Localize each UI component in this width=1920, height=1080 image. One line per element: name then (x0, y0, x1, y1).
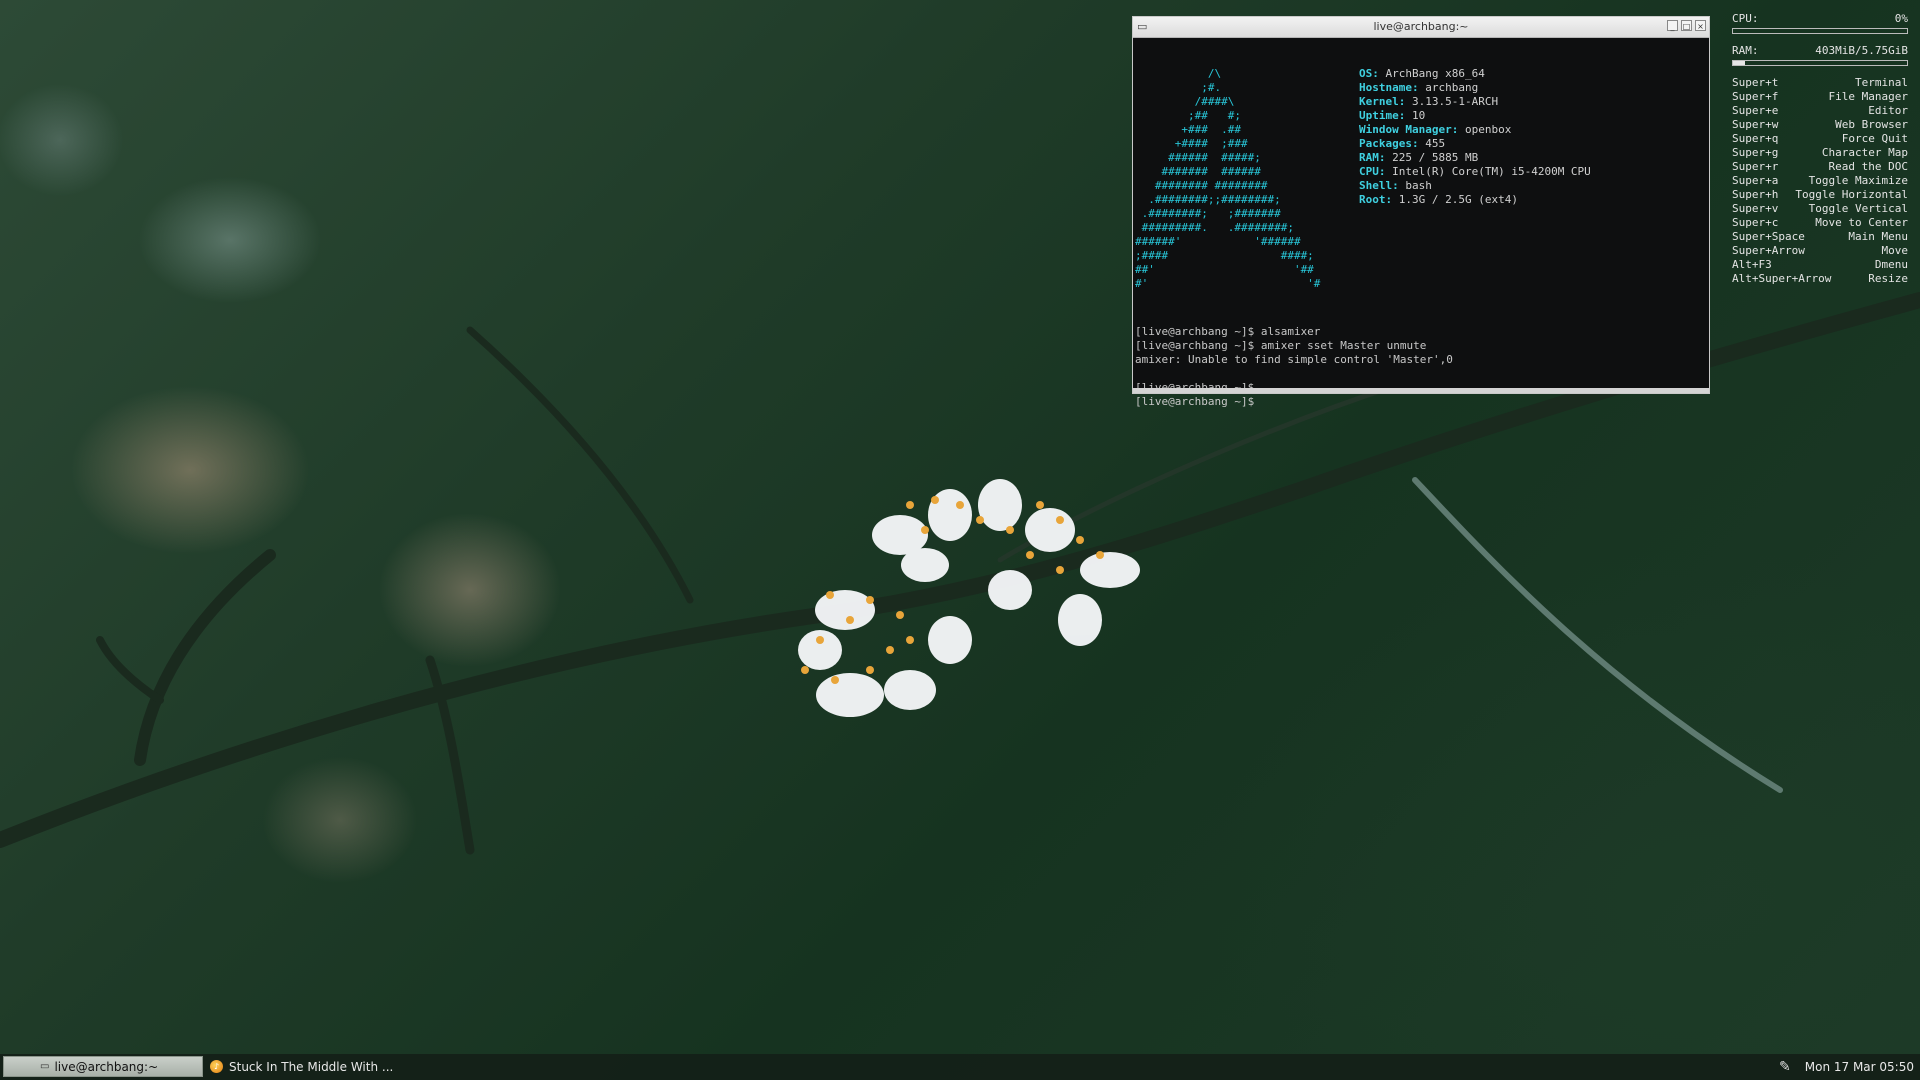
ram-usage-fill (1733, 61, 1746, 65)
shortcut-row: Super+c Move to Center (1732, 216, 1908, 229)
shortcut-row: Super+f File Manager (1732, 90, 1908, 103)
ram-meter-label: RAM: 403MiB/5.75GiB (1732, 44, 1908, 57)
shortcut-row: Super+Space Main Menu (1732, 230, 1908, 243)
terminal-output[interactable]: /\ ;#. /####\ ;## #; +### .## +#### ;###… (1135, 39, 1707, 408)
cpu-usage-bar (1732, 28, 1908, 34)
terminal-line: [live@archbang ~]$ alsamixer (1135, 325, 1321, 338)
sysinfo-row-ram: RAM: 225 / 5885 MB (1359, 151, 1479, 164)
sysinfo-row-root: Root: 1.3G / 2.5G (ext4) (1359, 193, 1518, 206)
close-button[interactable]: × (1695, 20, 1706, 31)
terminal-prompt[interactable]: [live@archbang ~]$ (1135, 395, 1453, 409)
terminal-icon: ▭ (40, 1061, 50, 1072)
taskbar-item-label: Stuck In The Middle With ... (229, 1059, 394, 1074)
sysinfo-row-packages: Packages: 455 (1359, 137, 1446, 150)
shortcut-row: Super+t Terminal (1732, 76, 1908, 89)
minimize-button[interactable]: _ (1667, 20, 1678, 31)
terminal-titlebar[interactable]: ▭ live@archbang:~ _ □ × (1133, 17, 1709, 38)
command-history: [live@archbang ~]$ alsamixer [live@archb… (1135, 325, 1453, 409)
keyboard-shortcuts: Super+t Terminal Super+f File Manager Supe… (1732, 76, 1908, 286)
shortcut-row: Alt+Super+Arrow Resize (1732, 272, 1908, 285)
shortcut-row: Super+a Toggle Maximize (1732, 174, 1908, 187)
taskbar-item-terminal[interactable]: ▭ live@archbang:~ (3, 1056, 203, 1077)
sysinfo-row-hostname: Hostname: archbang (1359, 81, 1479, 94)
cpu-usage-value: 0% (1894, 12, 1908, 25)
cpu-meter-label: CPU: 0% (1732, 12, 1908, 25)
sysinfo-row-cpu: CPU: Intel(R) Core(TM) i5-4200M CPU (1359, 165, 1591, 178)
terminal-line: [live@archbang ~]$ amixer sset Master un… (1135, 339, 1427, 352)
sysinfo-row-os: OS: ArchBang x86_64 (1359, 67, 1485, 80)
arch-logo-ascii: /\ ;#. /####\ ;## #; +### .## +#### ;###… (1135, 67, 1321, 290)
shortcut-row: Super+v Toggle Vertical (1732, 202, 1908, 215)
clock[interactable]: Mon 17 Mar 05:50 (1805, 1060, 1914, 1074)
shortcut-row: Super+q Force Quit (1732, 132, 1908, 145)
pen-icon[interactable]: ✎ (1779, 1059, 1791, 1075)
system-tray: ✎ Mon 17 Mar 05:50 (1779, 1054, 1914, 1080)
conky-panel: CPU: 0% RAM: 403MiB/5.75GiB Super+t Termi… (1732, 12, 1908, 286)
shortcut-row: Super+r Read the DOC (1732, 160, 1908, 173)
maximize-button[interactable]: □ (1681, 20, 1692, 31)
sysinfo-row-shell: Shell: bash (1359, 179, 1432, 192)
ram-usage-bar (1732, 60, 1908, 66)
sysinfo-row-kernel: Kernel: 3.13.5-1-ARCH (1359, 95, 1499, 108)
music-player-icon: ♪ (210, 1060, 223, 1073)
taskbar-item-label: live@archbang:~ (54, 1059, 159, 1074)
shortcut-row: Alt+F3 Dmenu (1732, 258, 1908, 271)
window-title: live@archbang:~ (1373, 20, 1469, 33)
terminal-line: amixer: Unable to find simple control 'M… (1135, 353, 1453, 366)
shortcut-row: Super+Arrow Move (1732, 244, 1908, 257)
flower-cluster (798, 479, 1140, 717)
shortcut-row: Super+w Web Browser (1732, 118, 1908, 131)
taskbar: ▭ live@archbang:~ ♪ Stuck In The Middle … (0, 1054, 1920, 1080)
ram-usage-value: 403MiB/5.75GiB (1815, 44, 1908, 57)
taskbar-item-music[interactable]: ♪ Stuck In The Middle With ... (208, 1056, 430, 1077)
sysinfo-row-uptime: Uptime: 10 (1359, 109, 1426, 122)
shortcut-row: Super+h Toggle Horizontal (1732, 188, 1908, 201)
shortcut-row: Super+e Editor (1732, 104, 1908, 117)
shortcut-row: Super+g Character Map (1732, 146, 1908, 159)
system-info: OS: ArchBang x86_64 Hostname: archbang K… (1359, 67, 1591, 207)
sysinfo-row-wm: Window Manager: openbox (1359, 123, 1512, 136)
terminal-scrollbar[interactable] (1133, 388, 1709, 393)
terminal-window[interactable]: ▭ live@archbang:~ _ □ × /\ ;#. /####\ ;#… (1132, 16, 1710, 408)
